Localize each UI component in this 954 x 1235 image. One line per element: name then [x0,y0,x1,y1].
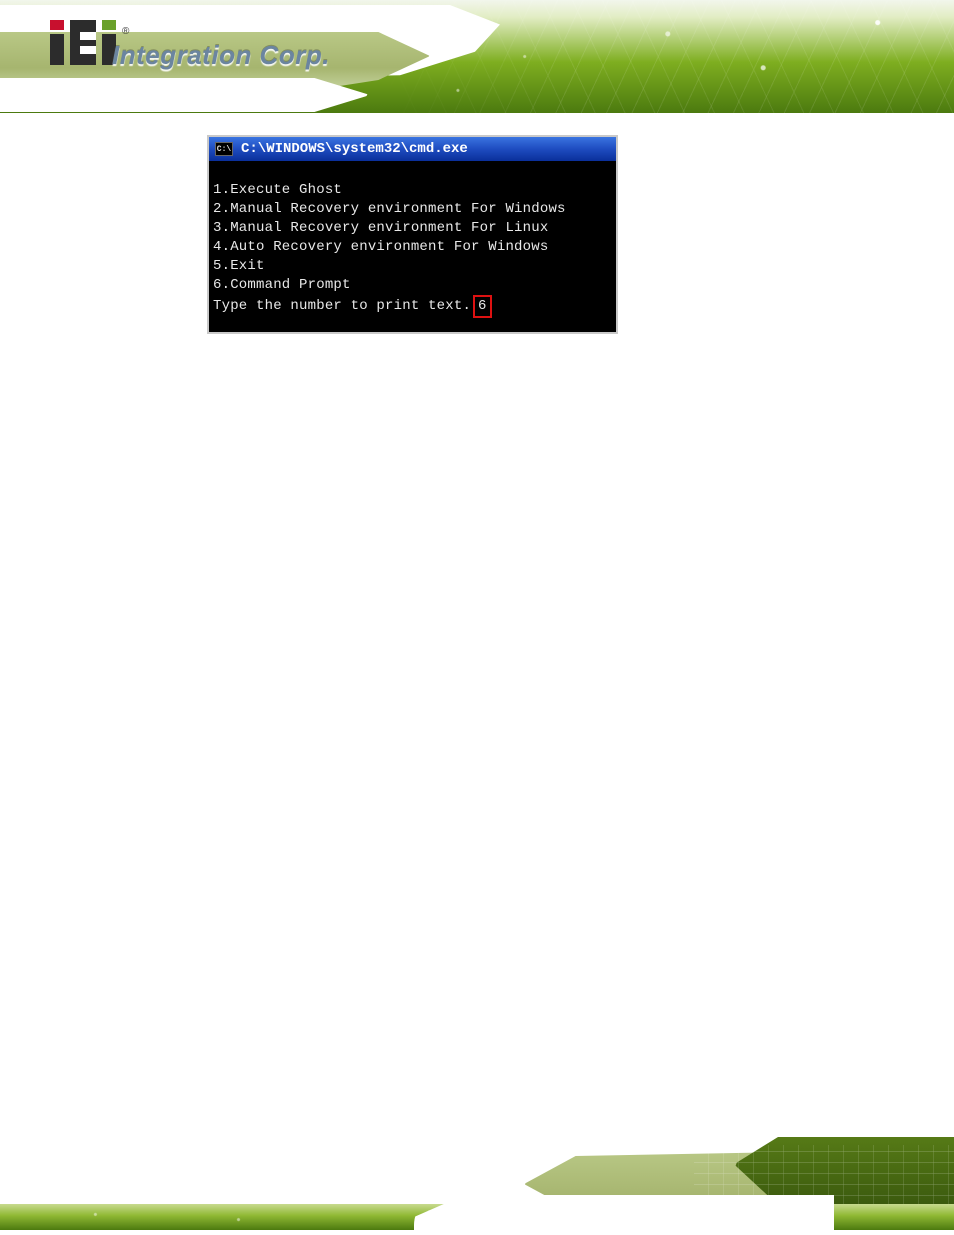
logo-glyph-e [70,20,96,65]
cmd-window: C:\ C:\WINDOWS\system32\cmd.exe 1.Execut… [207,135,618,334]
registered-mark: ® [122,26,129,37]
cmd-menu-line: 3.Manual Recovery environment For Linux [213,220,548,236]
page-footer-banner [0,1136,954,1235]
cmd-titlebar: C:\ C:\WINDOWS\system32\cmd.exe [209,137,616,161]
logo-glyph-i [50,20,64,65]
page-header-banner: ® Integration Corp. [0,0,954,113]
logo-glyph-i [102,20,116,65]
cmd-menu-line: 5.Exit [213,258,265,274]
cmd-icon: C:\ [215,142,233,156]
decorative-swoosh [0,32,430,92]
cmd-prompt-text: Type the number to print text. [213,298,471,314]
decorative-swoosh [0,5,500,83]
brand-tagline: Integration Corp. [112,40,330,71]
cmd-title-text: C:\WINDOWS\system32\cmd.exe [241,141,468,157]
cmd-menu-line: 4.Auto Recovery environment For Windows [213,239,548,255]
cmd-menu-line: 6.Command Prompt [213,277,351,293]
brand-logo: ® [50,20,129,65]
decorative-circuit-overlay [0,0,954,113]
cmd-menu-line: 1.Execute Ghost [213,182,342,198]
cmd-body: 1.Execute Ghost 2.Manual Recovery enviro… [209,161,616,332]
cmd-menu-line: 2.Manual Recovery environment For Window… [213,201,566,217]
decorative-swoosh [414,1195,834,1235]
decorative-swoosh [0,78,370,112]
cmd-input-highlight: 6 [473,295,492,318]
